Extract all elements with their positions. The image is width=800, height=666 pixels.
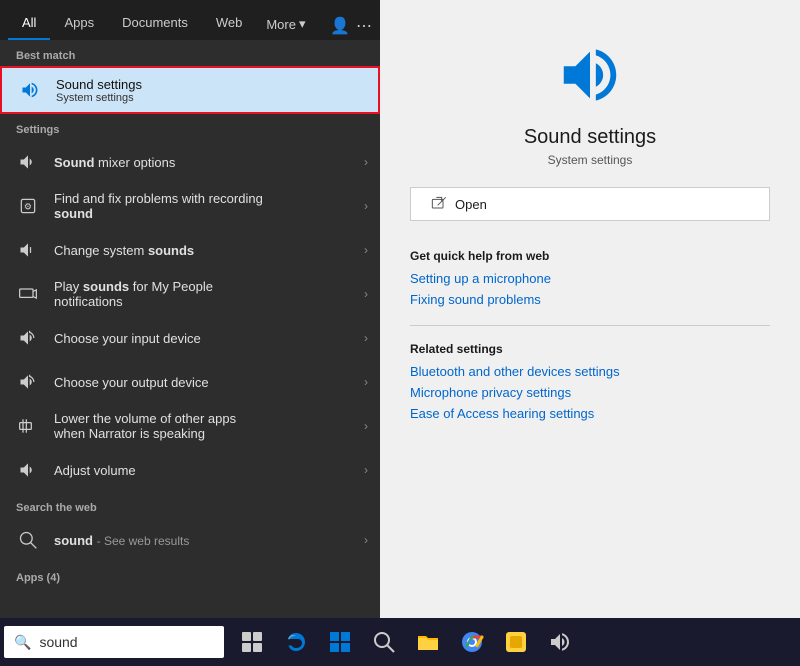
- chevron-icon-7: ›: [364, 463, 368, 477]
- taskbar-search-input[interactable]: [39, 634, 199, 650]
- edge-icon[interactable]: [276, 622, 316, 662]
- quick-help-link-0[interactable]: Setting up a microphone: [410, 271, 770, 286]
- people-icon: [12, 278, 44, 310]
- settings-item-text-5: Choose your output device: [54, 375, 360, 390]
- settings-item-7[interactable]: Adjust volume ›: [0, 448, 380, 492]
- speaker-output-icon: [12, 366, 44, 398]
- taskbar-search-box[interactable]: 🔍: [4, 626, 224, 658]
- settings-item-title-4: Choose your input device: [54, 331, 360, 346]
- sound-settings-icon: [14, 74, 46, 106]
- detail-icon: [410, 40, 770, 110]
- quick-help-link-1[interactable]: Fixing sound problems: [410, 292, 770, 307]
- settings-item-title-0: Sound mixer options: [54, 155, 360, 170]
- tab-apps[interactable]: Apps: [50, 7, 108, 40]
- tab-more[interactable]: More ▾: [256, 8, 315, 40]
- chevron-icon-3: ›: [364, 287, 368, 301]
- settings-item-title-5: Choose your output device: [54, 375, 360, 390]
- settings-item-title-2: Change system sounds: [54, 243, 360, 258]
- web-search-icon: [12, 524, 44, 556]
- svg-text:⚙: ⚙: [24, 201, 32, 211]
- tabs-bar: All Apps Documents Web More ▾ 👤 ⋯: [0, 0, 380, 40]
- chevron-icon-0: ›: [364, 155, 368, 169]
- settings-label: Settings: [0, 114, 380, 140]
- settings-item-text-4: Choose your input device: [54, 331, 360, 346]
- speaker-taskbar-icon[interactable]: [540, 622, 580, 662]
- chrome-icon[interactable]: [452, 622, 492, 662]
- yellow-app-icon[interactable]: [496, 622, 536, 662]
- task-view-icon[interactable]: [232, 622, 272, 662]
- settings-item-6[interactable]: Lower the volume of other appswhen Narra…: [0, 404, 380, 448]
- related-settings-label: Related settings: [410, 342, 770, 356]
- detail-panel: Sound settings System settings Open Get …: [380, 0, 800, 618]
- tab-all[interactable]: All: [8, 7, 50, 40]
- settings-item-1[interactable]: ⚙ Find and fix problems with recordingso…: [0, 184, 380, 228]
- apps-label: Apps (4): [0, 562, 380, 588]
- open-button[interactable]: Open: [410, 187, 770, 221]
- related-link-1[interactable]: Microphone privacy settings: [410, 385, 770, 400]
- quick-help-label: Get quick help from web: [410, 249, 770, 263]
- settings-item-0[interactable]: Sound mixer options ›: [0, 140, 380, 184]
- settings-item-text-6: Lower the volume of other appswhen Narra…: [54, 411, 360, 441]
- file-explorer-icon[interactable]: [408, 622, 448, 662]
- settings-item-2[interactable]: Change system sounds ›: [0, 228, 380, 272]
- open-icon: [431, 196, 447, 212]
- settings-item-title-7: Adjust volume: [54, 463, 360, 478]
- web-search-title: sound - See web results: [54, 533, 360, 548]
- related-link-0[interactable]: Bluetooth and other devices settings: [410, 364, 770, 379]
- tab-web[interactable]: Web: [202, 7, 257, 40]
- settings-item-text-1: Find and fix problems with recordingsoun…: [54, 191, 360, 221]
- settings-item-text-2: Change system sounds: [54, 243, 360, 258]
- settings-item-text-7: Adjust volume: [54, 463, 360, 478]
- search-panel: All Apps Documents Web More ▾ 👤 ⋯ Best m…: [0, 0, 380, 618]
- settings-item-title-3: Play sounds for My Peoplenotifications: [54, 279, 360, 309]
- settings-item-text-3: Play sounds for My Peoplenotifications: [54, 279, 360, 309]
- chevron-icon-4: ›: [364, 331, 368, 345]
- mic-fix-icon: ⚙: [12, 190, 44, 222]
- chevron-icon-web: ›: [364, 533, 368, 547]
- settings-item-4[interactable]: Choose your input device ›: [0, 316, 380, 360]
- settings-item-5[interactable]: Choose your output device ›: [0, 360, 380, 404]
- taskbar-search-icon: 🔍: [14, 634, 31, 651]
- open-label: Open: [455, 197, 487, 212]
- settings-item-title-6: Lower the volume of other appswhen Narra…: [54, 411, 360, 441]
- adjust-volume-icon: [12, 454, 44, 486]
- best-match-text: Sound settings System settings: [56, 77, 366, 104]
- windows-icon[interactable]: [320, 622, 360, 662]
- divider: [410, 325, 770, 326]
- volume-lower-icon: [12, 410, 44, 442]
- web-search-label: Search the web: [0, 492, 380, 518]
- detail-title: Sound settings: [410, 126, 770, 149]
- speaker-icon-0: [12, 146, 44, 178]
- results-list: Best match Sound settings System setting…: [0, 40, 380, 618]
- settings-item-3[interactable]: Play sounds for My Peoplenotifications ›: [0, 272, 380, 316]
- related-link-2[interactable]: Ease of Access hearing settings: [410, 406, 770, 421]
- best-match-title: Sound settings: [56, 77, 366, 92]
- taskbar: 🔍: [0, 618, 800, 666]
- settings-item-text-0: Sound mixer options: [54, 155, 360, 170]
- chevron-icon-6: ›: [364, 419, 368, 433]
- chevron-icon-1: ›: [364, 199, 368, 213]
- best-match-label: Best match: [0, 40, 380, 66]
- speaker-input-icon: [12, 322, 44, 354]
- chevron-icon-5: ›: [364, 375, 368, 389]
- best-match-subtitle: System settings: [56, 92, 366, 104]
- settings-item-title-1: Find and fix problems with recordingsoun…: [54, 191, 360, 221]
- search-taskbar-icon[interactable]: [364, 622, 404, 662]
- tab-documents[interactable]: Documents: [108, 7, 202, 40]
- best-match-item[interactable]: Sound settings System settings: [0, 66, 380, 114]
- speaker-low-icon: [12, 234, 44, 266]
- web-search-text: sound - See web results: [54, 533, 360, 548]
- tabs-right-icons: 👤 ⋯: [330, 16, 372, 40]
- chevron-icon-2: ›: [364, 243, 368, 257]
- more-icon[interactable]: ⋯: [356, 16, 372, 36]
- web-search-item[interactable]: sound - See web results ›: [0, 518, 380, 562]
- detail-subtitle: System settings: [410, 153, 770, 167]
- taskbar-icons: [232, 622, 580, 662]
- user-icon[interactable]: 👤: [330, 16, 350, 36]
